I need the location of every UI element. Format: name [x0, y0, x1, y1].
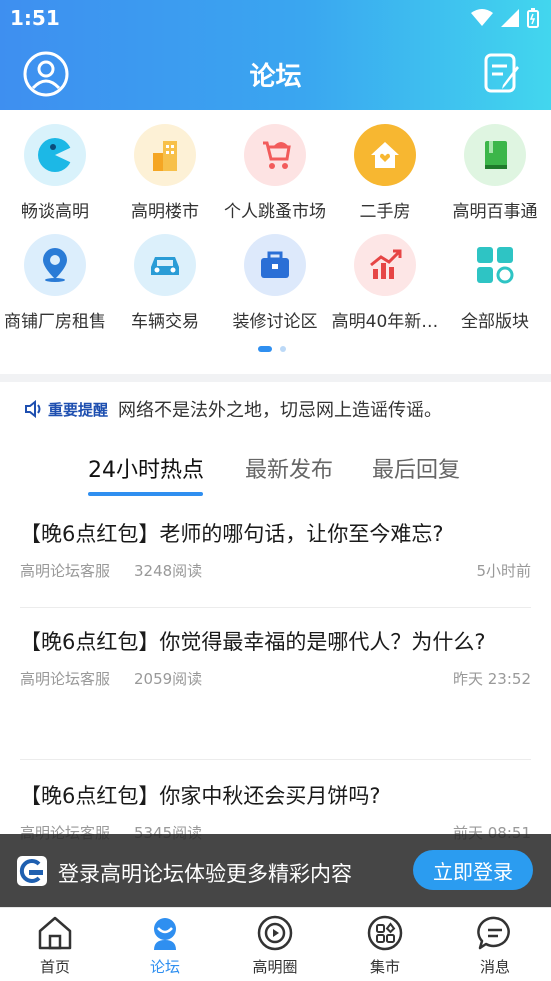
- category-label: 高明百事通: [452, 202, 538, 222]
- status-time: 1:51: [10, 6, 60, 30]
- category-grid: 畅谈高明 高明楼市 个人跳蚤市场 二手房 高明百事通 商铺厂房租售 车辆交易 装…: [0, 112, 551, 374]
- post-reads: 2059阅读: [134, 670, 203, 688]
- home-icon: [38, 916, 72, 950]
- post-title: 【晚6点红包】你家中秋还会买月饼吗?: [20, 784, 381, 808]
- nav-label: 集市: [369, 958, 400, 976]
- post-item[interactable]: 【晚6点红包】你觉得最幸福的是哪代人？为什么? 高明论坛客服 2059阅读 昨天…: [20, 620, 531, 760]
- nav-home[interactable]: 首页: [0, 908, 110, 981]
- signal-icon: [501, 9, 519, 27]
- nav-circle[interactable]: 高明圈: [220, 908, 330, 981]
- car-icon: [134, 234, 196, 296]
- tab-hot-24h[interactable]: 24小时热点: [88, 452, 204, 484]
- status-bar: 1:51: [0, 0, 551, 38]
- app-header: 1:51 论坛: [0, 0, 551, 110]
- tab-latest[interactable]: 最新发布: [245, 452, 333, 484]
- post-reads: 3248阅读: [134, 562, 203, 580]
- category-label: 全部版块: [461, 312, 529, 332]
- section-divider: [0, 374, 551, 382]
- stroller-icon: [244, 124, 306, 186]
- new-post-button[interactable]: [483, 52, 523, 96]
- category-label: 二手房: [359, 202, 411, 222]
- nav-messages[interactable]: 消息: [440, 908, 550, 981]
- category-all-sections[interactable]: 全部版块: [440, 222, 550, 332]
- location-pin-icon: [24, 234, 86, 296]
- category-shop-rental[interactable]: 商铺厂房租售: [0, 222, 110, 332]
- house-heart-icon: [354, 124, 416, 186]
- post-tabs: 24小时热点 最新发布 最后回复: [0, 446, 551, 500]
- page-title: 论坛: [249, 62, 302, 92]
- toolbox-icon: [244, 234, 306, 296]
- message-icon: [477, 916, 510, 950]
- notice-bar[interactable]: 重要提醒 网络不是法外之地，切忌网上造谣传谣。: [24, 396, 442, 422]
- category-chat[interactable]: 畅谈高明: [0, 112, 110, 222]
- login-banner: 登录高明论坛体验更多精彩内容 立即登录: [0, 834, 551, 907]
- speaker-icon: [25, 400, 41, 418]
- category-label: 畅谈高明: [21, 202, 89, 222]
- growth-chart-icon: [354, 234, 416, 296]
- post-time: 昨天 23:52: [453, 670, 531, 688]
- title-bar: 论坛: [0, 40, 551, 108]
- category-vehicles[interactable]: 车辆交易: [110, 222, 220, 332]
- category-second-hand-house[interactable]: 二手房: [330, 112, 440, 222]
- category-renovation[interactable]: 装修讨论区: [220, 222, 330, 332]
- tab-indicator: [88, 492, 203, 496]
- nav-forum[interactable]: 论坛: [110, 908, 220, 981]
- page-dot: [280, 346, 286, 352]
- wifi-icon: [471, 9, 493, 26]
- login-prompt-text: 登录高明论坛体验更多精彩内容: [58, 862, 352, 886]
- bottom-nav: 首页 论坛 高明圈 集市 消息: [0, 907, 551, 981]
- building-icon: [134, 124, 196, 186]
- category-anniversary[interactable]: 高明40年新…: [330, 222, 440, 332]
- post-item[interactable]: 【晚6点红包】老师的哪句话，让你至今难忘? 高明论坛客服 3248阅读 5小时前: [20, 512, 531, 608]
- notice-text: 网络不是法外之地，切忌网上造谣传谣。: [118, 400, 443, 421]
- notice-tag: 重要提醒: [24, 399, 108, 420]
- forum-icon: [154, 918, 176, 950]
- post-author: 高明论坛客服: [20, 670, 111, 688]
- post-time: 5小时前: [476, 562, 531, 580]
- login-button[interactable]: 立即登录: [413, 850, 533, 890]
- category-flea-market[interactable]: 个人跳蚤市场: [220, 112, 330, 222]
- market-icon: [367, 915, 403, 951]
- category-label: 车辆交易: [131, 312, 199, 332]
- app-logo-icon: [17, 856, 47, 886]
- category-label: 个人跳蚤市场: [224, 202, 326, 222]
- category-info[interactable]: 高明百事通: [440, 112, 550, 222]
- edit-note-icon: [484, 53, 519, 93]
- category-label: 装修讨论区: [232, 312, 318, 332]
- category-label: 高明楼市: [131, 202, 199, 222]
- post-title: 【晚6点红包】你觉得最幸福的是哪代人？为什么?: [20, 630, 486, 654]
- category-label: 高明40年新…: [331, 312, 439, 332]
- post-author: 高明论坛客服: [20, 562, 111, 580]
- chat-pacman-icon: [24, 124, 86, 186]
- all-sections-icon: [464, 234, 526, 296]
- post-meta: 高明论坛客服 2059阅读 昨天 23:52: [20, 664, 531, 694]
- nav-label: 首页: [39, 958, 70, 976]
- post-title: 【晚6点红包】老师的哪句话，让你至今难忘?: [20, 522, 444, 546]
- tab-last-reply[interactable]: 最后回复: [372, 452, 460, 484]
- post-meta: 高明论坛客服 3248阅读 5小时前: [20, 556, 531, 586]
- page-dot-active: [258, 346, 272, 352]
- notice-tag-label: 重要提醒: [48, 400, 109, 419]
- status-icons: [471, 8, 539, 28]
- nav-label: 高明圈: [252, 958, 298, 976]
- battery-icon: [527, 8, 539, 28]
- circle-icon: [257, 915, 293, 951]
- nav-label: 论坛: [149, 958, 180, 976]
- category-housing[interactable]: 高明楼市: [110, 112, 220, 222]
- nav-market[interactable]: 集市: [330, 908, 440, 981]
- nav-label: 消息: [479, 958, 510, 976]
- page-indicator: [258, 346, 286, 352]
- category-label: 商铺厂房租售: [4, 312, 106, 332]
- book-icon: [464, 124, 526, 186]
